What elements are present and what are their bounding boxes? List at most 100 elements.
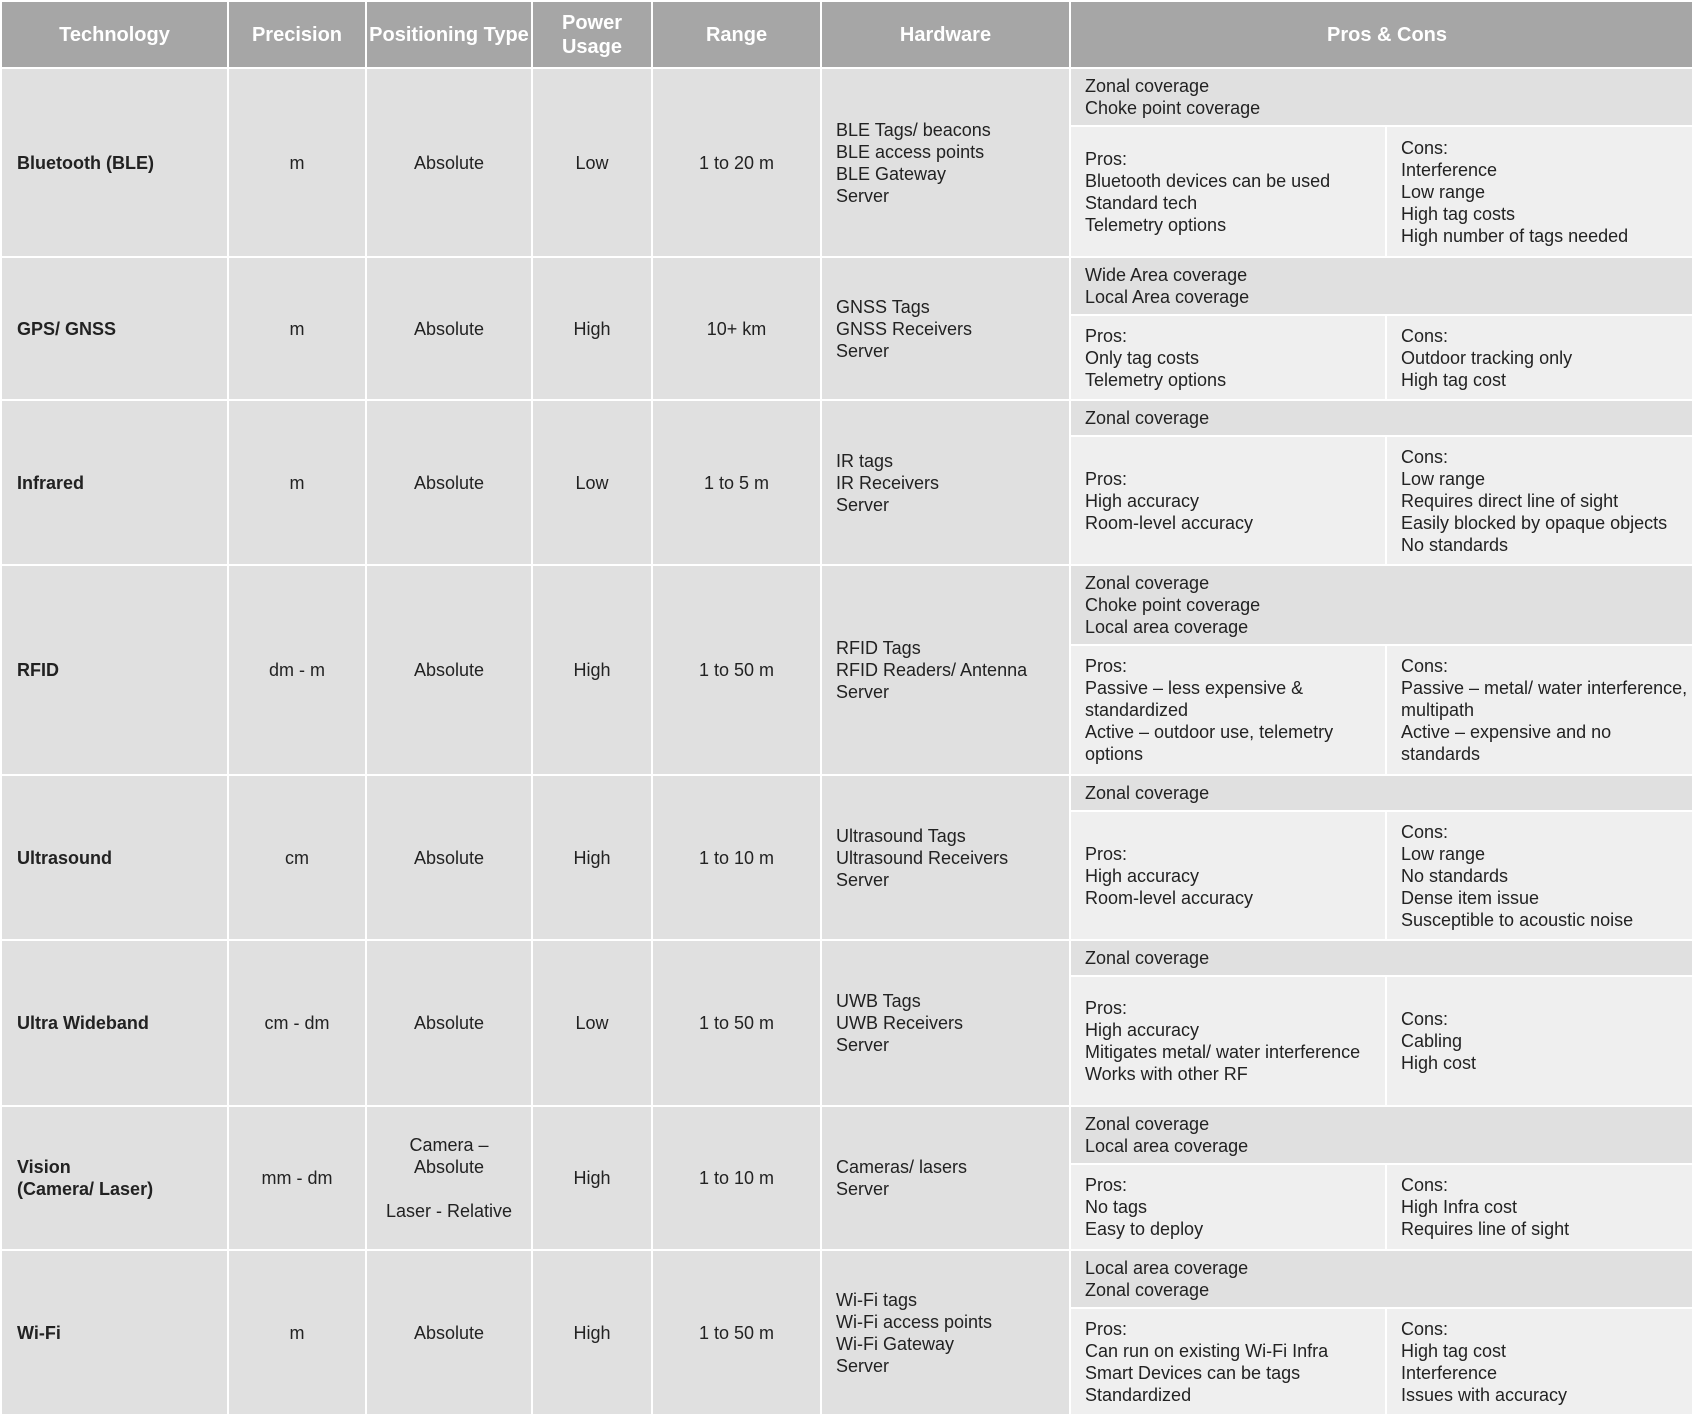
text-line: Low range: [1401, 843, 1486, 864]
hardware-cell: Cameras/ lasers Server: [822, 1107, 1069, 1249]
table-row: Infrared m Absolute Low 1 to 5 m IR tags IR Re…: [2, 401, 1692, 564]
precision-cell: mm - dm: [229, 1107, 365, 1249]
hardware-cell: BLE Tags/ beacons BLE access points BLE Ga…: [822, 69, 1069, 256]
text-line: RFID Tags: [836, 638, 921, 658]
text-line: High accuracy: [1085, 490, 1200, 511]
text-line: GNSS Receivers: [836, 318, 973, 339]
pros-cons-cell: Zonal coverage Choke point coverage Local …: [1071, 566, 1692, 774]
cons-text: Cons: Passive – metal/ water interference…: [1387, 646, 1692, 774]
text-line: Absolute: [413, 1157, 485, 1177]
text-line: BLE access points: [836, 141, 985, 162]
text-line: Can run on existing Wi-Fi Infra: [1085, 1340, 1329, 1361]
table-row: Ultrasound cm Absolute High 1 to 10 m Ultraso…: [2, 776, 1692, 939]
text-line: Smart Devices can be tags: [1085, 1362, 1301, 1383]
pros-cons-split: Pros: Bluetooth devices can be used Standa…: [1071, 127, 1692, 256]
text-line: IR tags: [836, 450, 894, 471]
text-line: Wi-Fi access points: [836, 1311, 993, 1332]
text-line: Server: [836, 340, 890, 361]
cons-text: Cons: Low range No standards Dense item iss…: [1387, 812, 1692, 939]
text-line: Zonal coverage: [1085, 1280, 1210, 1300]
pros-cons-split: Pros: High accuracy Room-level accuracy Con…: [1071, 812, 1692, 939]
text-line: Server: [836, 1355, 890, 1376]
hardware-cell: IR tags IR Receivers Server: [822, 401, 1069, 564]
positioning-type-cell: Absolute: [367, 566, 531, 774]
table-body: Bluetooth (BLE) m Absolute Low 1 to 20 m BLE …: [2, 69, 1692, 1414]
text-line: Susceptible to acoustic noise: [1401, 909, 1634, 930]
text-line: BLE Gateway: [836, 163, 947, 184]
range-cell: 1 to 5 m: [653, 401, 820, 564]
pros-cons-cell: Zonal coverage Local area coverage Pros: No…: [1071, 1107, 1692, 1249]
text-line: UWB Tags: [836, 991, 921, 1011]
table-row: Vision (Camera/ Laser) mm - dm Camera – Abs…: [2, 1107, 1692, 1249]
pros-cons-split: Pros: No tags Easy to deploy Cons: High Infr…: [1071, 1165, 1692, 1249]
text-line: Requires line of sight: [1401, 1219, 1570, 1239]
pros-cons-cell: Zonal coverage Pros: High accuracy Room-lev…: [1071, 776, 1692, 939]
cons-text: Cons: High tag cost Interference Issues wit…: [1387, 1309, 1692, 1414]
text-line: Only tag costs: [1085, 347, 1200, 368]
text-line: Server: [836, 185, 890, 206]
text-line: Ultrasound Tags: [836, 825, 966, 846]
coverage-text: Zonal coverage: [1071, 941, 1692, 975]
pros-cons-split: Pros: Passive – less expensive & standard…: [1071, 646, 1692, 774]
text-line: Zonal coverage: [1085, 1114, 1210, 1134]
table-row: GPS/ GNSS m Absolute High 10+ km GNSS Tags GNS…: [2, 258, 1692, 399]
pros-cons-cell: Zonal coverage Pros: High accuracy Mitigate…: [1071, 941, 1692, 1105]
text-line: Zonal coverage: [1085, 408, 1210, 428]
range-cell: 1 to 10 m: [653, 776, 820, 939]
header-positioning-type: Positioning Type: [367, 2, 531, 67]
table-row: Wi-Fi m Absolute High 1 to 50 m Wi-Fi tags Wi-…: [2, 1251, 1692, 1414]
hardware-cell: UWB Tags UWB Receivers Server: [822, 941, 1069, 1105]
text-line: Zonal coverage: [1085, 76, 1210, 96]
text-line: Pros:: [1085, 1175, 1128, 1195]
text-line: Room-level accuracy: [1085, 887, 1254, 908]
text-line: Wi-Fi Gateway: [836, 1333, 955, 1354]
text-line: Pros:: [1085, 468, 1128, 489]
header-power-usage: Power Usage: [533, 2, 651, 67]
precision-cell: dm - m: [229, 566, 365, 774]
precision-cell: m: [229, 258, 365, 399]
text-line: Choke point coverage: [1085, 98, 1261, 118]
range-cell: 1 to 10 m: [653, 1107, 820, 1249]
cons-text: Cons: Outdoor tracking only High tag cost: [1387, 316, 1692, 399]
text-line: Cons:: [1401, 821, 1449, 842]
text-line: High cost: [1401, 1053, 1477, 1073]
text-line: Issues with accuracy: [1401, 1384, 1568, 1405]
text-line: Choke point coverage: [1085, 595, 1261, 615]
precision-cell: m: [229, 401, 365, 564]
precision-cell: cm - dm: [229, 941, 365, 1105]
technology-cell: GPS/ GNSS: [2, 258, 227, 399]
precision-cell: m: [229, 1251, 365, 1414]
text-line: Telemetry options: [1085, 214, 1227, 235]
text-line: Easy to deploy: [1085, 1219, 1204, 1239]
positioning-type-cell: Absolute: [367, 776, 531, 939]
text-line: High tag cost: [1401, 1340, 1507, 1361]
header-hardware: Hardware: [822, 2, 1069, 67]
text-line: Wi-Fi tags: [836, 1289, 917, 1310]
coverage-text: Zonal coverage Local area coverage: [1071, 1107, 1692, 1163]
positioning-type-cell: Absolute: [367, 941, 531, 1105]
pros-text: Pros: Only tag costs Telemetry options: [1071, 316, 1385, 399]
positioning-type-cell: Absolute: [367, 69, 531, 256]
text-line: Wide Area coverage: [1085, 265, 1248, 285]
coverage-text: Local area coverage Zonal coverage: [1071, 1251, 1692, 1307]
text-line: Absolute: [413, 660, 485, 680]
positioning-type-cell: Absolute: [367, 1251, 531, 1414]
text-line: Server: [836, 1179, 890, 1199]
text-line: Low range: [1401, 181, 1486, 202]
text-line: Pros:: [1085, 148, 1128, 169]
text-line: Cons:: [1401, 1318, 1449, 1339]
text-line: Active – outdoor use, telemetry options: [1085, 722, 1334, 764]
text-line: Dense item issue: [1401, 887, 1540, 908]
coverage-text: Zonal coverage: [1071, 776, 1692, 810]
text-line: High tag cost: [1401, 369, 1507, 390]
header-technology: Technology: [2, 2, 227, 67]
text-line: Telemetry options: [1085, 369, 1227, 390]
text-line: Pros:: [1085, 998, 1128, 1018]
precision-cell: cm: [229, 776, 365, 939]
text-line: Standard tech: [1085, 192, 1198, 213]
text-line: Pros:: [1085, 656, 1128, 676]
text-line: Interference: [1401, 1362, 1498, 1383]
range-cell: 1 to 20 m: [653, 69, 820, 256]
text-line: Absolute: [413, 472, 485, 493]
power-usage-cell: Low: [533, 401, 651, 564]
